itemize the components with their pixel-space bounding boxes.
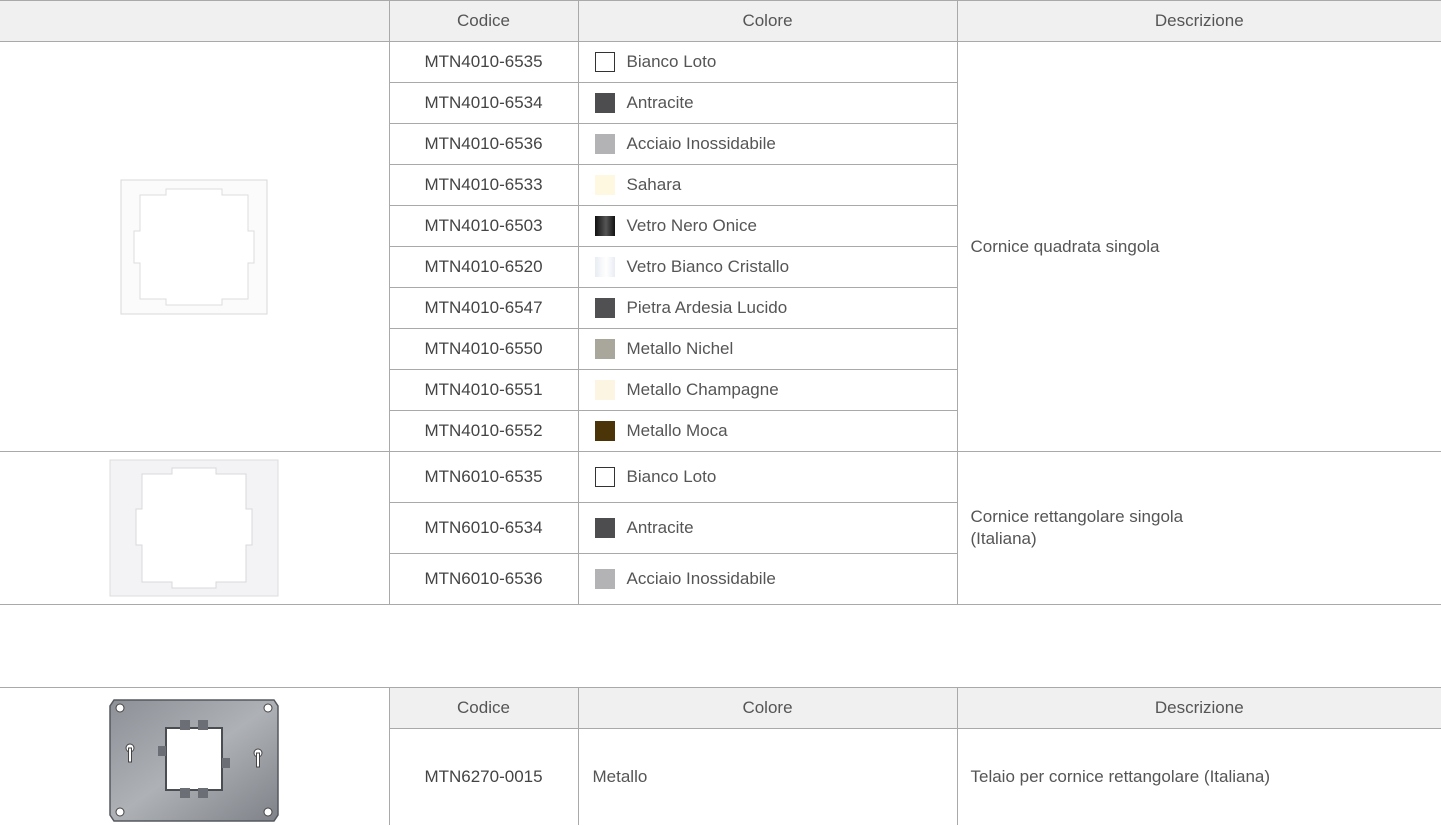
square-frame-image [120,179,268,314]
color-label: Pietra Ardesia Lucido [626,298,788,317]
color-swatch [594,216,615,236]
color-cell: Vetro Nero Onice [578,205,957,247]
color-label: Bianco Loto [626,52,717,71]
header-code: Codice [388,687,578,729]
color-cell: Metallo [578,729,957,826]
header-color: Colore [577,687,957,729]
color-swatch [594,298,615,318]
table-header: Codice Colore Descrizione [0,687,1441,825]
product-code: MTN6010-6535 [388,451,579,503]
product-code: MTN4010-6533 [388,164,579,206]
product-image-cell [0,451,389,605]
product-code: MTN6270-0015 [388,728,579,825]
color-label: Sahara [626,175,682,194]
product-code: MTN4010-6552 [388,410,579,452]
color-swatch [594,134,615,154]
product-code: MTN4010-6536 [388,123,579,165]
color-cell: Antracite [578,502,957,554]
color-cell: Acciaio Inossidabile [578,553,957,605]
color-swatch [594,257,615,277]
plate-image-cell [0,687,389,825]
table-row: MTN4010-6535 Bianco Loto Cornice quadrata … [0,41,1441,452]
color-label: Vetro Bianco Cristallo [626,257,790,276]
product-code: MTN6010-6536 [388,553,579,605]
product-code: MTN6010-6534 [388,502,579,554]
product-code: MTN4010-6520 [388,246,579,288]
color-label: Metallo Champagne [626,380,779,399]
description-cell: Telaio per cornice rettangolare (Italian… [956,728,1441,825]
color-cell: Acciaio Inossidabile [578,123,957,165]
description-line-1: Cornice rettangolare singola [970,507,1184,526]
header-description: Descrizione [956,687,1441,729]
product-code: MTN4010-6550 [388,328,579,370]
color-cell: Metallo Champagne [578,369,957,411]
header-image-cell [0,0,389,42]
color-swatch [594,339,615,359]
rectangular-frame-image [109,459,279,597]
header-code: Codice [388,0,578,42]
product-code: MTN4010-6551 [388,369,579,411]
color-cell: Metallo Nichel [578,328,957,370]
plate-table: Codice Colore Descrizione MTN6270-0015 M… [0,687,1441,825]
frames-table: Codice Colore Descrizione MTN4010-6535 Bi… [0,0,1441,605]
color-swatch [594,518,615,538]
header-color: Colore [577,0,957,42]
description-cell: Cornice quadrata singola [956,41,1441,452]
product-code: MTN4010-6534 [388,82,579,124]
color-cell: Bianco Loto [578,41,957,83]
description-text: Cornice quadrata singola [970,236,1160,256]
color-swatch [594,467,615,487]
color-swatch [594,52,615,72]
color-label: Metallo Nichel [626,339,734,358]
color-swatch [594,380,615,400]
header-description: Descrizione [956,0,1441,42]
color-cell: Vetro Bianco Cristallo [578,246,957,288]
color-cell: Antracite [578,82,957,124]
color-cell: Sahara [578,164,957,206]
color-label: Acciaio Inossidabile [626,569,776,588]
color-label: Vetro Nero Onice [626,216,757,235]
color-label: Metallo Moca [626,421,728,440]
color-label: Acciaio Inossidabile [626,134,776,153]
table-header: Codice Colore Descrizione [0,0,1441,42]
color-label: Antracite [626,518,694,537]
table-row: MTN6010-6535 Bianco Loto Cornice rettangol… [0,451,1441,605]
description-cell: Cornice rettangolare singola (Italiana) [956,451,1441,605]
color-label: Bianco Loto [626,467,717,486]
color-swatch [594,421,615,441]
color-swatch [594,93,615,113]
color-swatch [594,175,615,195]
metal-mounting-plate-image [109,699,279,822]
product-code: MTN4010-6503 [388,205,579,247]
color-label: Antracite [626,93,694,112]
description-line-2: (Italiana) [970,529,1037,548]
color-cell: Metallo Moca [578,410,957,452]
product-code: MTN4010-6535 [388,41,579,83]
color-cell: Pietra Ardesia Lucido [578,287,957,329]
color-cell: Bianco Loto [578,451,957,503]
color-swatch [594,569,615,589]
color-label: Metallo [592,767,648,786]
product-image-cell [0,41,389,452]
product-code: MTN4010-6547 [388,287,579,329]
